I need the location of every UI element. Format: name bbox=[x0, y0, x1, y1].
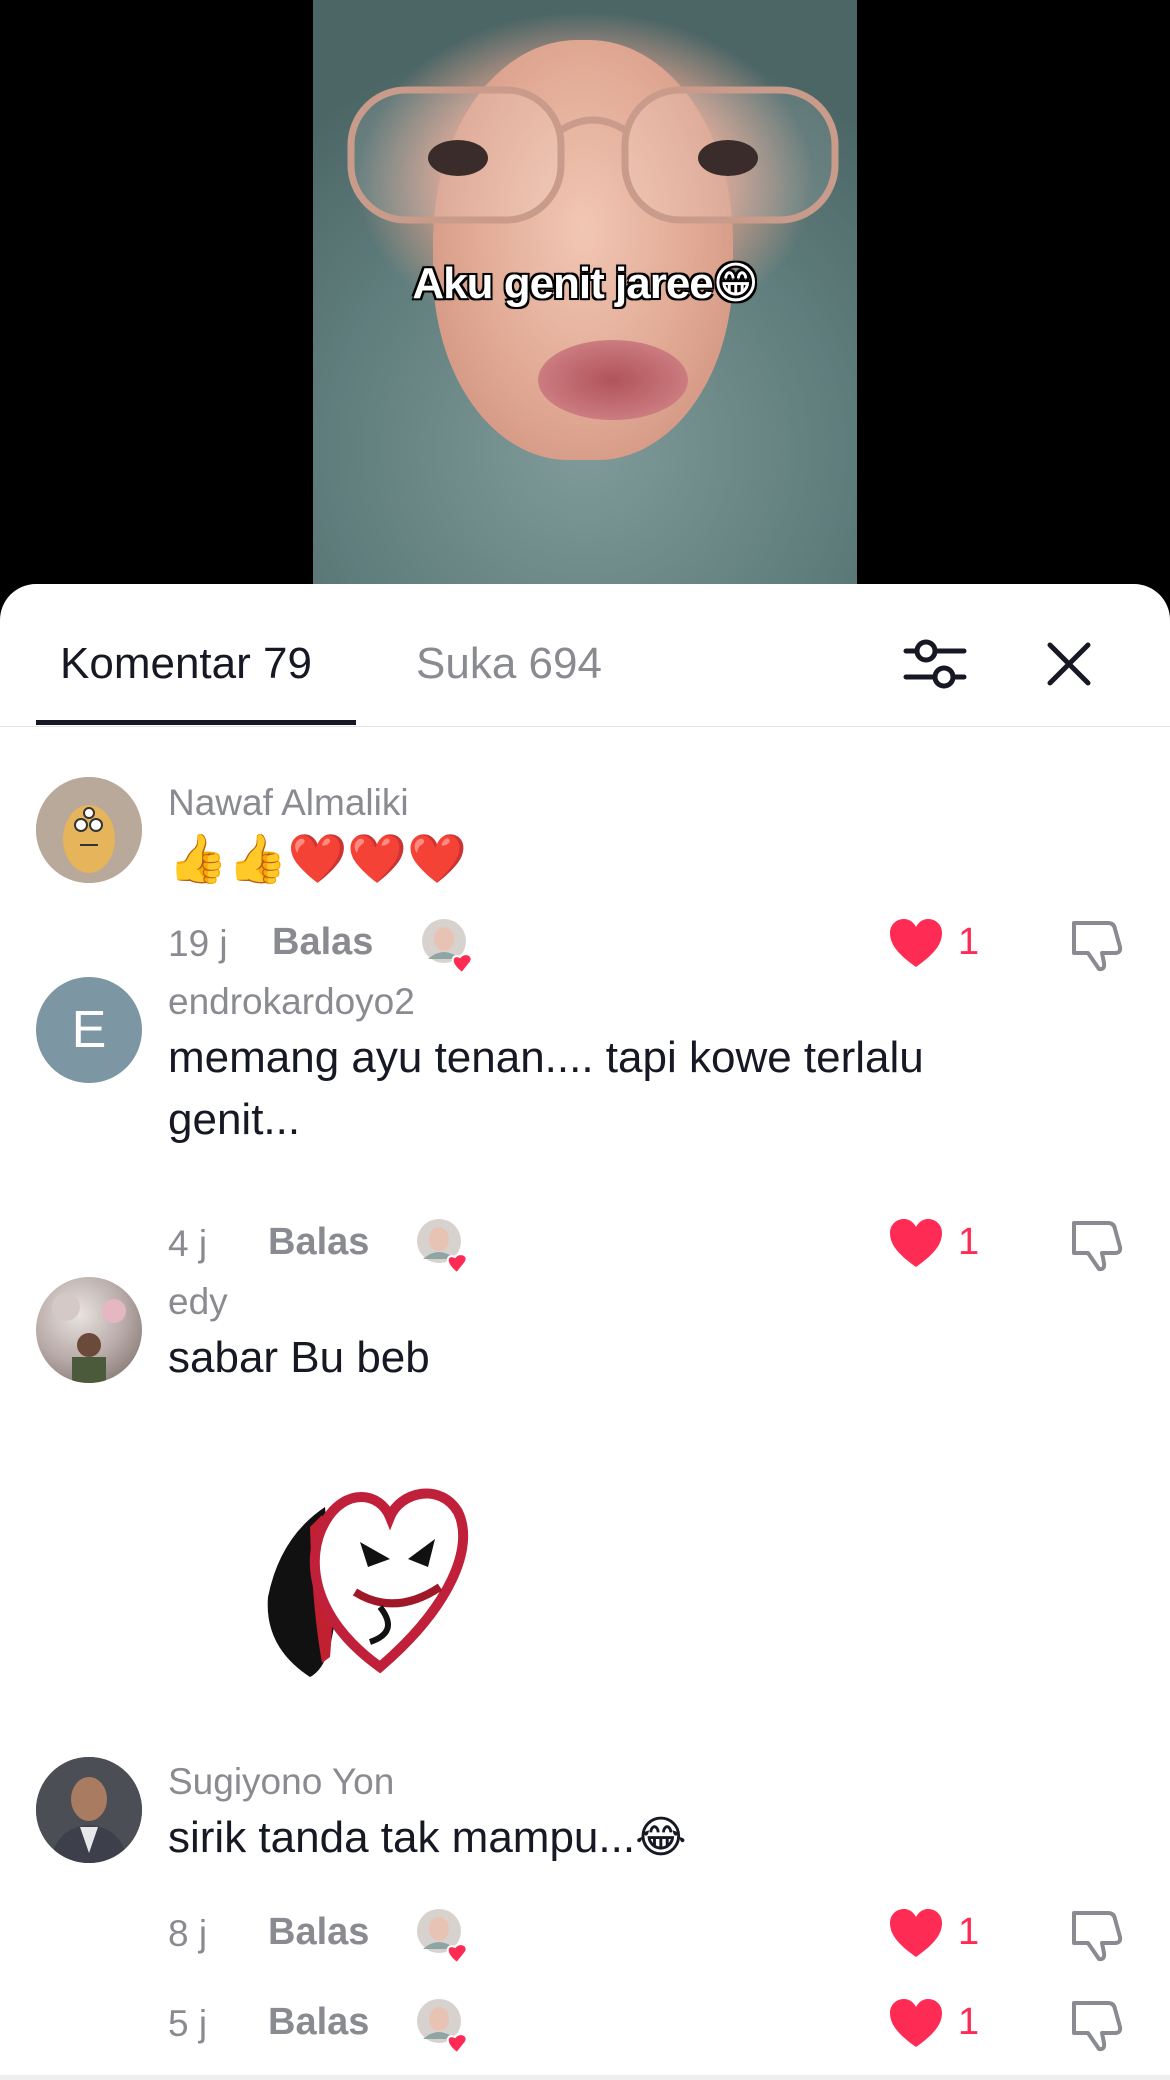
comment-time: 4 j bbox=[168, 1223, 208, 1264]
comment-actions: 8 j Balas 1 bbox=[168, 1905, 1148, 1965]
video-caption: Aku genit jaree😁 bbox=[412, 259, 758, 308]
joker-heart-sticker-icon bbox=[267, 1488, 469, 1677]
avatar[interactable] bbox=[36, 1757, 142, 1863]
like-heart-icon[interactable] bbox=[888, 1907, 944, 1961]
tab-comments[interactable]: Komentar 79 bbox=[60, 634, 312, 694]
avatar[interactable] bbox=[36, 777, 142, 883]
like-count: 1 bbox=[958, 2001, 980, 2043]
dislike-icon[interactable] bbox=[1068, 1995, 1126, 2053]
filter-icon[interactable] bbox=[900, 629, 970, 699]
dislike-icon[interactable] bbox=[1068, 1215, 1126, 1273]
tab-bar: Komentar 79 Suka 694 bbox=[0, 584, 1170, 727]
video-player[interactable]: Aku genit jaree😁 bbox=[0, 0, 1170, 600]
like-count: 1 bbox=[958, 1221, 980, 1263]
comment-username[interactable]: endrokardoyo2 bbox=[168, 981, 415, 1023]
comment-actions: 5 j Balas 1 bbox=[168, 1995, 1148, 2055]
creator-liked-icon bbox=[417, 1909, 468, 1965]
comment-actions: 19 j Balas 1 bbox=[168, 915, 1148, 975]
user-photo-icon bbox=[36, 1757, 142, 1863]
avatar[interactable]: E bbox=[36, 977, 142, 1083]
like-count: 1 bbox=[958, 1911, 980, 1953]
comment-time: 5 j bbox=[168, 2003, 208, 2044]
home-indicator bbox=[0, 2075, 1170, 2080]
dislike-icon[interactable] bbox=[1068, 915, 1126, 973]
like-count: 1 bbox=[958, 921, 980, 963]
creator-liked-icon bbox=[417, 1219, 468, 1275]
comments-sheet: Komentar 79 Suka 694 Nawaf Almaliki 👍👍❤️… bbox=[0, 584, 1170, 2080]
comment-text: memang ayu tenan.... tapi kowe terlalu g… bbox=[168, 1033, 924, 1144]
comment-time: 8 j bbox=[168, 1913, 208, 1954]
reply-button[interactable]: Balas bbox=[268, 1911, 369, 1954]
comment-username[interactable]: Sugiyono Yon bbox=[168, 1761, 394, 1803]
creator-liked-icon bbox=[422, 919, 473, 975]
close-icon[interactable] bbox=[1034, 629, 1104, 699]
reply-button[interactable]: Balas bbox=[272, 921, 373, 964]
like-heart-icon[interactable] bbox=[888, 1217, 944, 1271]
dislike-icon[interactable] bbox=[1068, 1905, 1126, 1963]
cartoon-avatar-icon bbox=[36, 777, 142, 883]
reply-button[interactable]: Balas bbox=[268, 2001, 369, 2044]
comment-list[interactable]: Nawaf Almaliki 👍👍❤️❤️❤️ 19 j Balas 1 E e… bbox=[0, 727, 1170, 2080]
comment-text: sabar Bu beb bbox=[168, 1333, 430, 1382]
comment-text: 👍👍❤️❤️❤️ bbox=[168, 833, 467, 886]
avatar[interactable] bbox=[36, 1277, 142, 1383]
tab-likes[interactable]: Suka 694 bbox=[416, 634, 602, 694]
comment-time: 19 j bbox=[168, 923, 228, 964]
comment-text: sirik tanda tak mampu...😂 bbox=[168, 1813, 687, 1862]
like-heart-icon[interactable] bbox=[888, 917, 944, 971]
reply-button[interactable]: Balas bbox=[268, 1221, 369, 1264]
creator-liked-icon bbox=[417, 1999, 468, 2055]
user-photo-icon bbox=[52, 1293, 126, 1383]
comment-username[interactable]: Nawaf Almaliki bbox=[168, 782, 409, 824]
comment-username[interactable]: edy bbox=[168, 1281, 228, 1323]
person-lips bbox=[538, 340, 688, 420]
active-tab-indicator bbox=[36, 720, 356, 725]
glasses-graphic bbox=[347, 86, 839, 224]
like-heart-icon[interactable] bbox=[888, 1997, 944, 2051]
comment-actions: 4 j Balas 1 bbox=[168, 1215, 1148, 1275]
